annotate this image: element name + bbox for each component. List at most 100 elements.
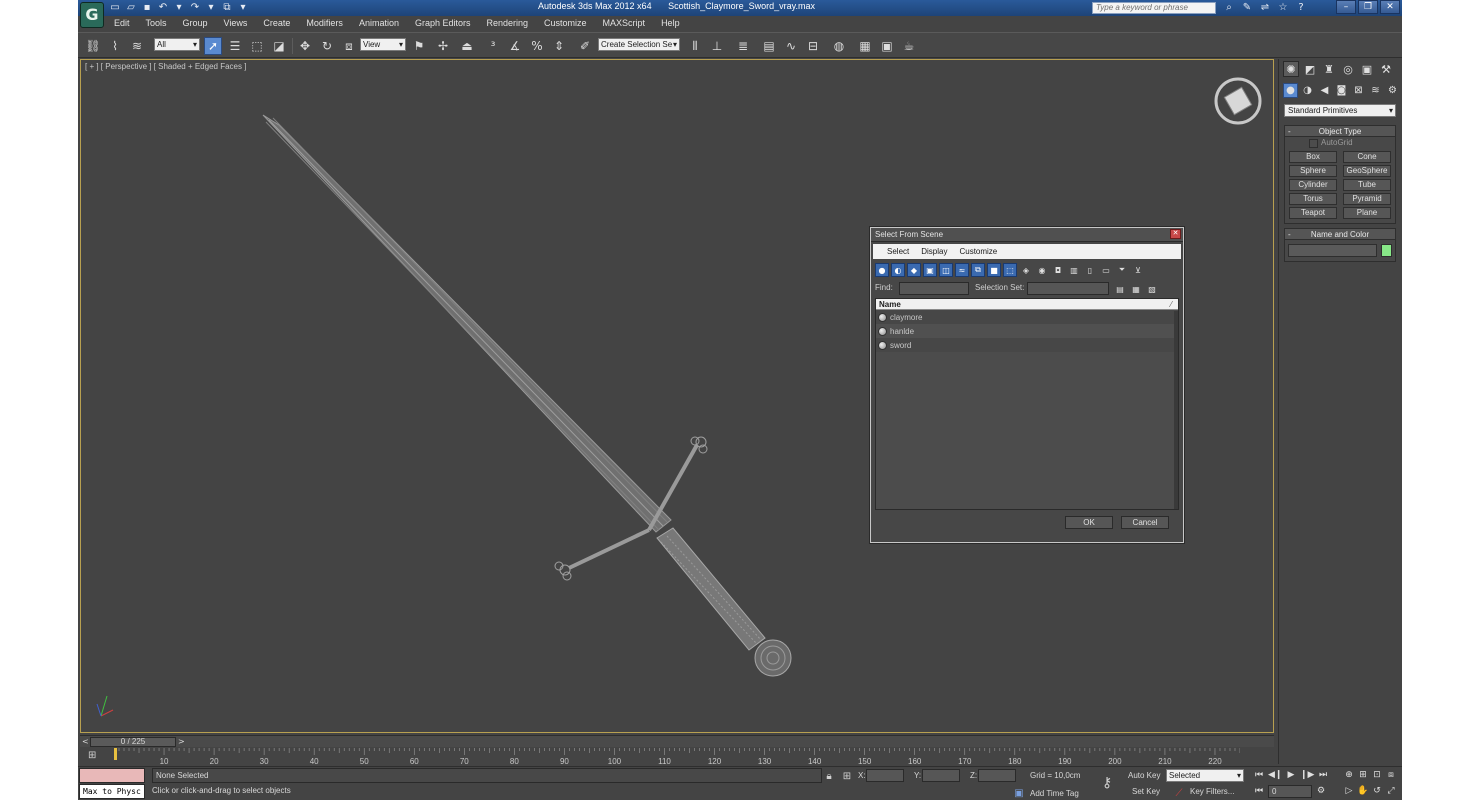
new-file-icon[interactable]: ▭	[108, 1, 122, 14]
menu-customize[interactable]: Customize	[536, 16, 595, 32]
minimize-button[interactable]: –	[1336, 0, 1356, 14]
auto-key-button[interactable]: Auto Key	[1128, 771, 1160, 780]
tube-button[interactable]: Tube	[1343, 179, 1391, 191]
select-and-scale-icon[interactable]: ⧈	[340, 37, 358, 55]
app-logo-button[interactable]: G	[80, 2, 104, 28]
angle-snap-icon[interactable]: ∡	[506, 37, 524, 55]
dialog-menu-display[interactable]: Display	[915, 244, 953, 259]
help-icon[interactable]: ?	[1294, 1, 1308, 14]
maxscript-listener-field[interactable]	[79, 768, 145, 783]
menu-modifiers[interactable]: Modifiers	[298, 16, 351, 32]
display-all-icon[interactable]: ▥	[1067, 263, 1081, 277]
percent-snap-icon[interactable]: %	[528, 37, 546, 55]
y-coordinate-field[interactable]	[922, 769, 960, 782]
cancel-button[interactable]: Cancel	[1121, 516, 1169, 529]
menu-group[interactable]: Group	[175, 16, 216, 32]
dialog-close-button[interactable]: ✕	[1170, 229, 1181, 239]
display-frozen-icon[interactable]: ◉	[1035, 263, 1049, 277]
utilities-tab-icon[interactable]: ⚒	[1378, 61, 1394, 77]
redo-dropdown-icon[interactable]: ▾	[204, 1, 218, 14]
pivot-center-icon[interactable]: ⚑	[410, 37, 428, 55]
schematic-view-icon[interactable]: ⊟	[804, 37, 822, 55]
save-file-icon[interactable]: ▪	[140, 1, 154, 14]
favorites-star-icon[interactable]: ☆	[1276, 1, 1290, 14]
time-configuration-icon[interactable]: ⚙	[1314, 785, 1328, 798]
spinner-snap-icon[interactable]: ⇕	[550, 37, 568, 55]
select-invert-icon[interactable]: ▧	[1145, 282, 1159, 296]
selection-set-dropdown[interactable]	[1027, 282, 1109, 295]
display-cameras-icon[interactable]: ▣	[923, 263, 937, 277]
filter-funnel-icon[interactable]: ⏷	[1115, 263, 1129, 277]
time-tag-icon[interactable]: ▣	[1012, 787, 1026, 800]
restore-button[interactable]: ❐	[1358, 0, 1378, 14]
x-coordinate-field[interactable]	[866, 769, 904, 782]
default-tangents-icon[interactable]: ⟋	[1172, 787, 1186, 800]
set-key-icon[interactable]: ⚷	[1102, 775, 1112, 791]
absolute-mode-icon[interactable]: ⊞	[840, 770, 854, 783]
render-setup-icon[interactable]: ▦	[856, 37, 874, 55]
display-geometry-icon[interactable]: ●	[875, 263, 889, 277]
display-containers-icon[interactable]: ◈	[1019, 263, 1033, 277]
object-type-header[interactable]: Object Type	[1285, 126, 1395, 137]
list-item[interactable]: sword	[876, 338, 1178, 352]
hierarchy-tab-icon[interactable]: ♜	[1321, 61, 1337, 77]
dialog-menu-select[interactable]: Select	[881, 244, 915, 259]
cameras-icon[interactable]: ◙	[1334, 83, 1349, 98]
material-editor-icon[interactable]: ◍	[830, 37, 848, 55]
select-and-move-icon[interactable]: ✥	[296, 37, 314, 55]
window-crossing-icon[interactable]: ◪	[270, 37, 288, 55]
cone-button[interactable]: Cone	[1343, 151, 1391, 163]
object-color-swatch[interactable]	[1381, 244, 1392, 257]
menu-create[interactable]: Create	[255, 16, 298, 32]
select-and-link-icon[interactable]: ⛓	[84, 37, 102, 55]
next-frame-arrow-icon[interactable]: >	[178, 737, 185, 746]
autogrid-checkbox[interactable]: AutoGrid	[1285, 137, 1395, 149]
menu-views[interactable]: Views	[216, 16, 256, 32]
display-shapes-icon[interactable]: ◐	[891, 263, 905, 277]
object-name-input[interactable]	[1288, 244, 1378, 257]
zoom-extents-icon[interactable]: ⊡	[1370, 769, 1384, 782]
lights-icon[interactable]: ◀	[1317, 83, 1332, 98]
graphite-ribbon-icon[interactable]: ▤	[760, 37, 778, 55]
edit-named-selection-icon[interactable]: ✐	[576, 37, 594, 55]
key-mode-toggle-icon[interactable]: ⏮	[1252, 785, 1266, 798]
binoculars-icon[interactable]: ⌕	[1222, 1, 1236, 14]
previous-frame-arrow-icon[interactable]: <	[82, 737, 89, 746]
display-helpers-icon[interactable]: ◫	[939, 263, 953, 277]
go-to-end-icon[interactable]: ⏭	[1316, 769, 1330, 782]
display-invert-icon[interactable]: ▭	[1099, 263, 1113, 277]
play-icon[interactable]: ▶	[1284, 769, 1298, 782]
teapot-button[interactable]: Teapot	[1289, 207, 1337, 219]
display-spacewarps-icon[interactable]: ≈	[955, 263, 969, 277]
menu-tools[interactable]: Tools	[138, 16, 175, 32]
current-frame-marker[interactable]	[114, 748, 117, 760]
space-warps-icon[interactable]: ≋	[1368, 83, 1383, 98]
primitive-category-dropdown[interactable]: Standard Primitives	[1284, 104, 1396, 117]
zoom-all-icon[interactable]: ⊞	[1356, 769, 1370, 782]
helpers-icon[interactable]: ⊠	[1351, 83, 1366, 98]
orbit-icon[interactable]: ↺	[1370, 785, 1384, 798]
mirror-icon[interactable]: ⫴	[686, 37, 704, 55]
shapes-icon[interactable]: ◑	[1300, 83, 1315, 98]
geometry-icon[interactable]: ●	[1283, 83, 1298, 98]
select-and-rotate-icon[interactable]: ↻	[318, 37, 336, 55]
menu-animation[interactable]: Animation	[351, 16, 407, 32]
render-production-icon[interactable]: ☕	[900, 37, 918, 55]
pan-view-icon[interactable]: ✋	[1356, 785, 1370, 798]
filter-options-icon[interactable]: ⊻	[1131, 263, 1145, 277]
communication-icon[interactable]: ⇌	[1258, 1, 1272, 14]
time-slider[interactable]: < 0 / 225 >	[80, 735, 1274, 747]
go-to-start-icon[interactable]: ⏮	[1252, 769, 1266, 782]
field-of-view-icon[interactable]: ▷	[1342, 785, 1356, 798]
select-none-icon[interactable]: ▦	[1129, 282, 1143, 296]
menu-maxscript[interactable]: MAXScript	[595, 16, 654, 32]
previous-key-icon[interactable]: ◀❙	[1268, 769, 1282, 782]
key-filters-button[interactable]: Key Filters...	[1190, 787, 1234, 796]
selection-lock-icon[interactable]: 🔒︎	[822, 770, 836, 783]
menu-edit[interactable]: Edit	[106, 16, 138, 32]
torus-button[interactable]: Torus	[1289, 193, 1337, 205]
rectangular-selection-icon[interactable]: ⬚	[248, 37, 266, 55]
help-search-input[interactable]: Type a keyword or phrase	[1092, 2, 1216, 14]
menu-graph-editors[interactable]: Graph Editors	[407, 16, 479, 32]
layer-manager-icon[interactable]: ≣	[734, 37, 752, 55]
